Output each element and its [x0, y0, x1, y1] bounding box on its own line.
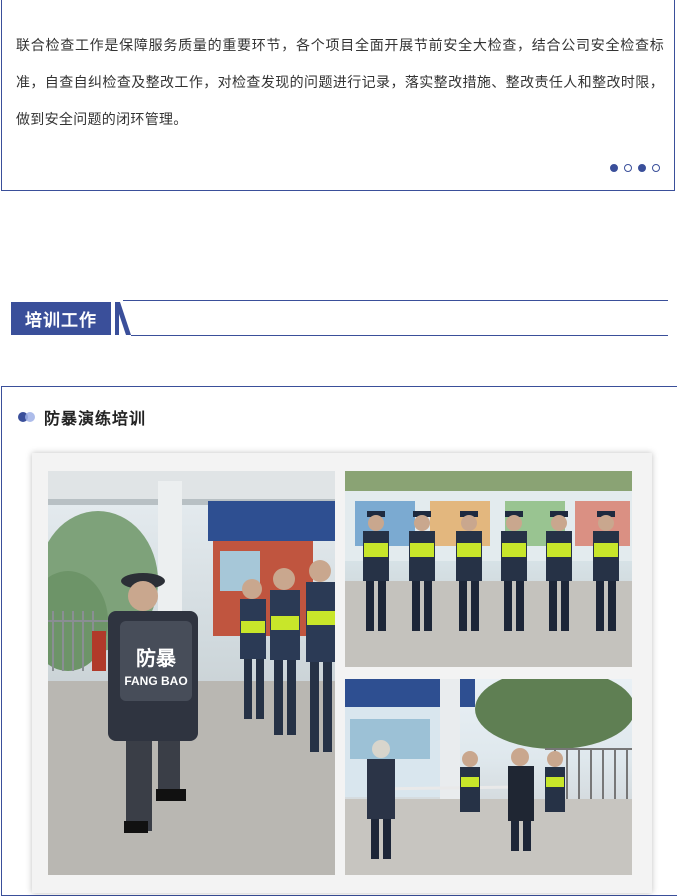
- photo-guards-salute[interactable]: [345, 471, 632, 667]
- pole-drill-scene: [345, 679, 632, 875]
- section-header-top-line: [123, 300, 668, 301]
- carousel-dot-3[interactable]: [638, 164, 646, 172]
- carousel-dot-2[interactable]: [624, 164, 632, 172]
- section-header-bottom-line: [131, 335, 668, 336]
- photo-riot-shield-drill[interactable]: 防暴 FANG BAO: [48, 471, 335, 875]
- photo-pole-drill[interactable]: [345, 679, 632, 875]
- section-slant-decoration: [115, 302, 131, 335]
- training-card: 防暴演练培训 防暴 FANG BAO: [1, 386, 677, 896]
- inspection-card: 联合检查工作是保障服务质量的重要环节，各个项目全面开展节前安全大检查，结合公司安…: [1, 0, 675, 191]
- section-title: 培训工作: [11, 302, 111, 335]
- riot-shield-scene: 防暴 FANG BAO: [48, 471, 335, 875]
- inspection-paragraph: 联合检查工作是保障服务质量的重要环节，各个项目全面开展节前安全大检查，结合公司安…: [16, 38, 664, 128]
- section-header-training: 培训工作: [11, 300, 668, 336]
- training-subtitle: 防暴演练培训: [18, 405, 146, 429]
- shield-text-en: FANG BAO: [124, 674, 187, 688]
- guards-salute-scene: [345, 471, 632, 667]
- bullet-dots-icon: [18, 410, 36, 424]
- photo-collage: 防暴 FANG BAO: [32, 453, 652, 893]
- carousel-pagination: [610, 164, 660, 172]
- training-subtitle-text: 防暴演练培训: [44, 409, 147, 428]
- carousel-dot-1[interactable]: [610, 164, 618, 172]
- shield-text-cn: 防暴: [136, 646, 177, 670]
- carousel-dot-4[interactable]: [652, 164, 660, 172]
